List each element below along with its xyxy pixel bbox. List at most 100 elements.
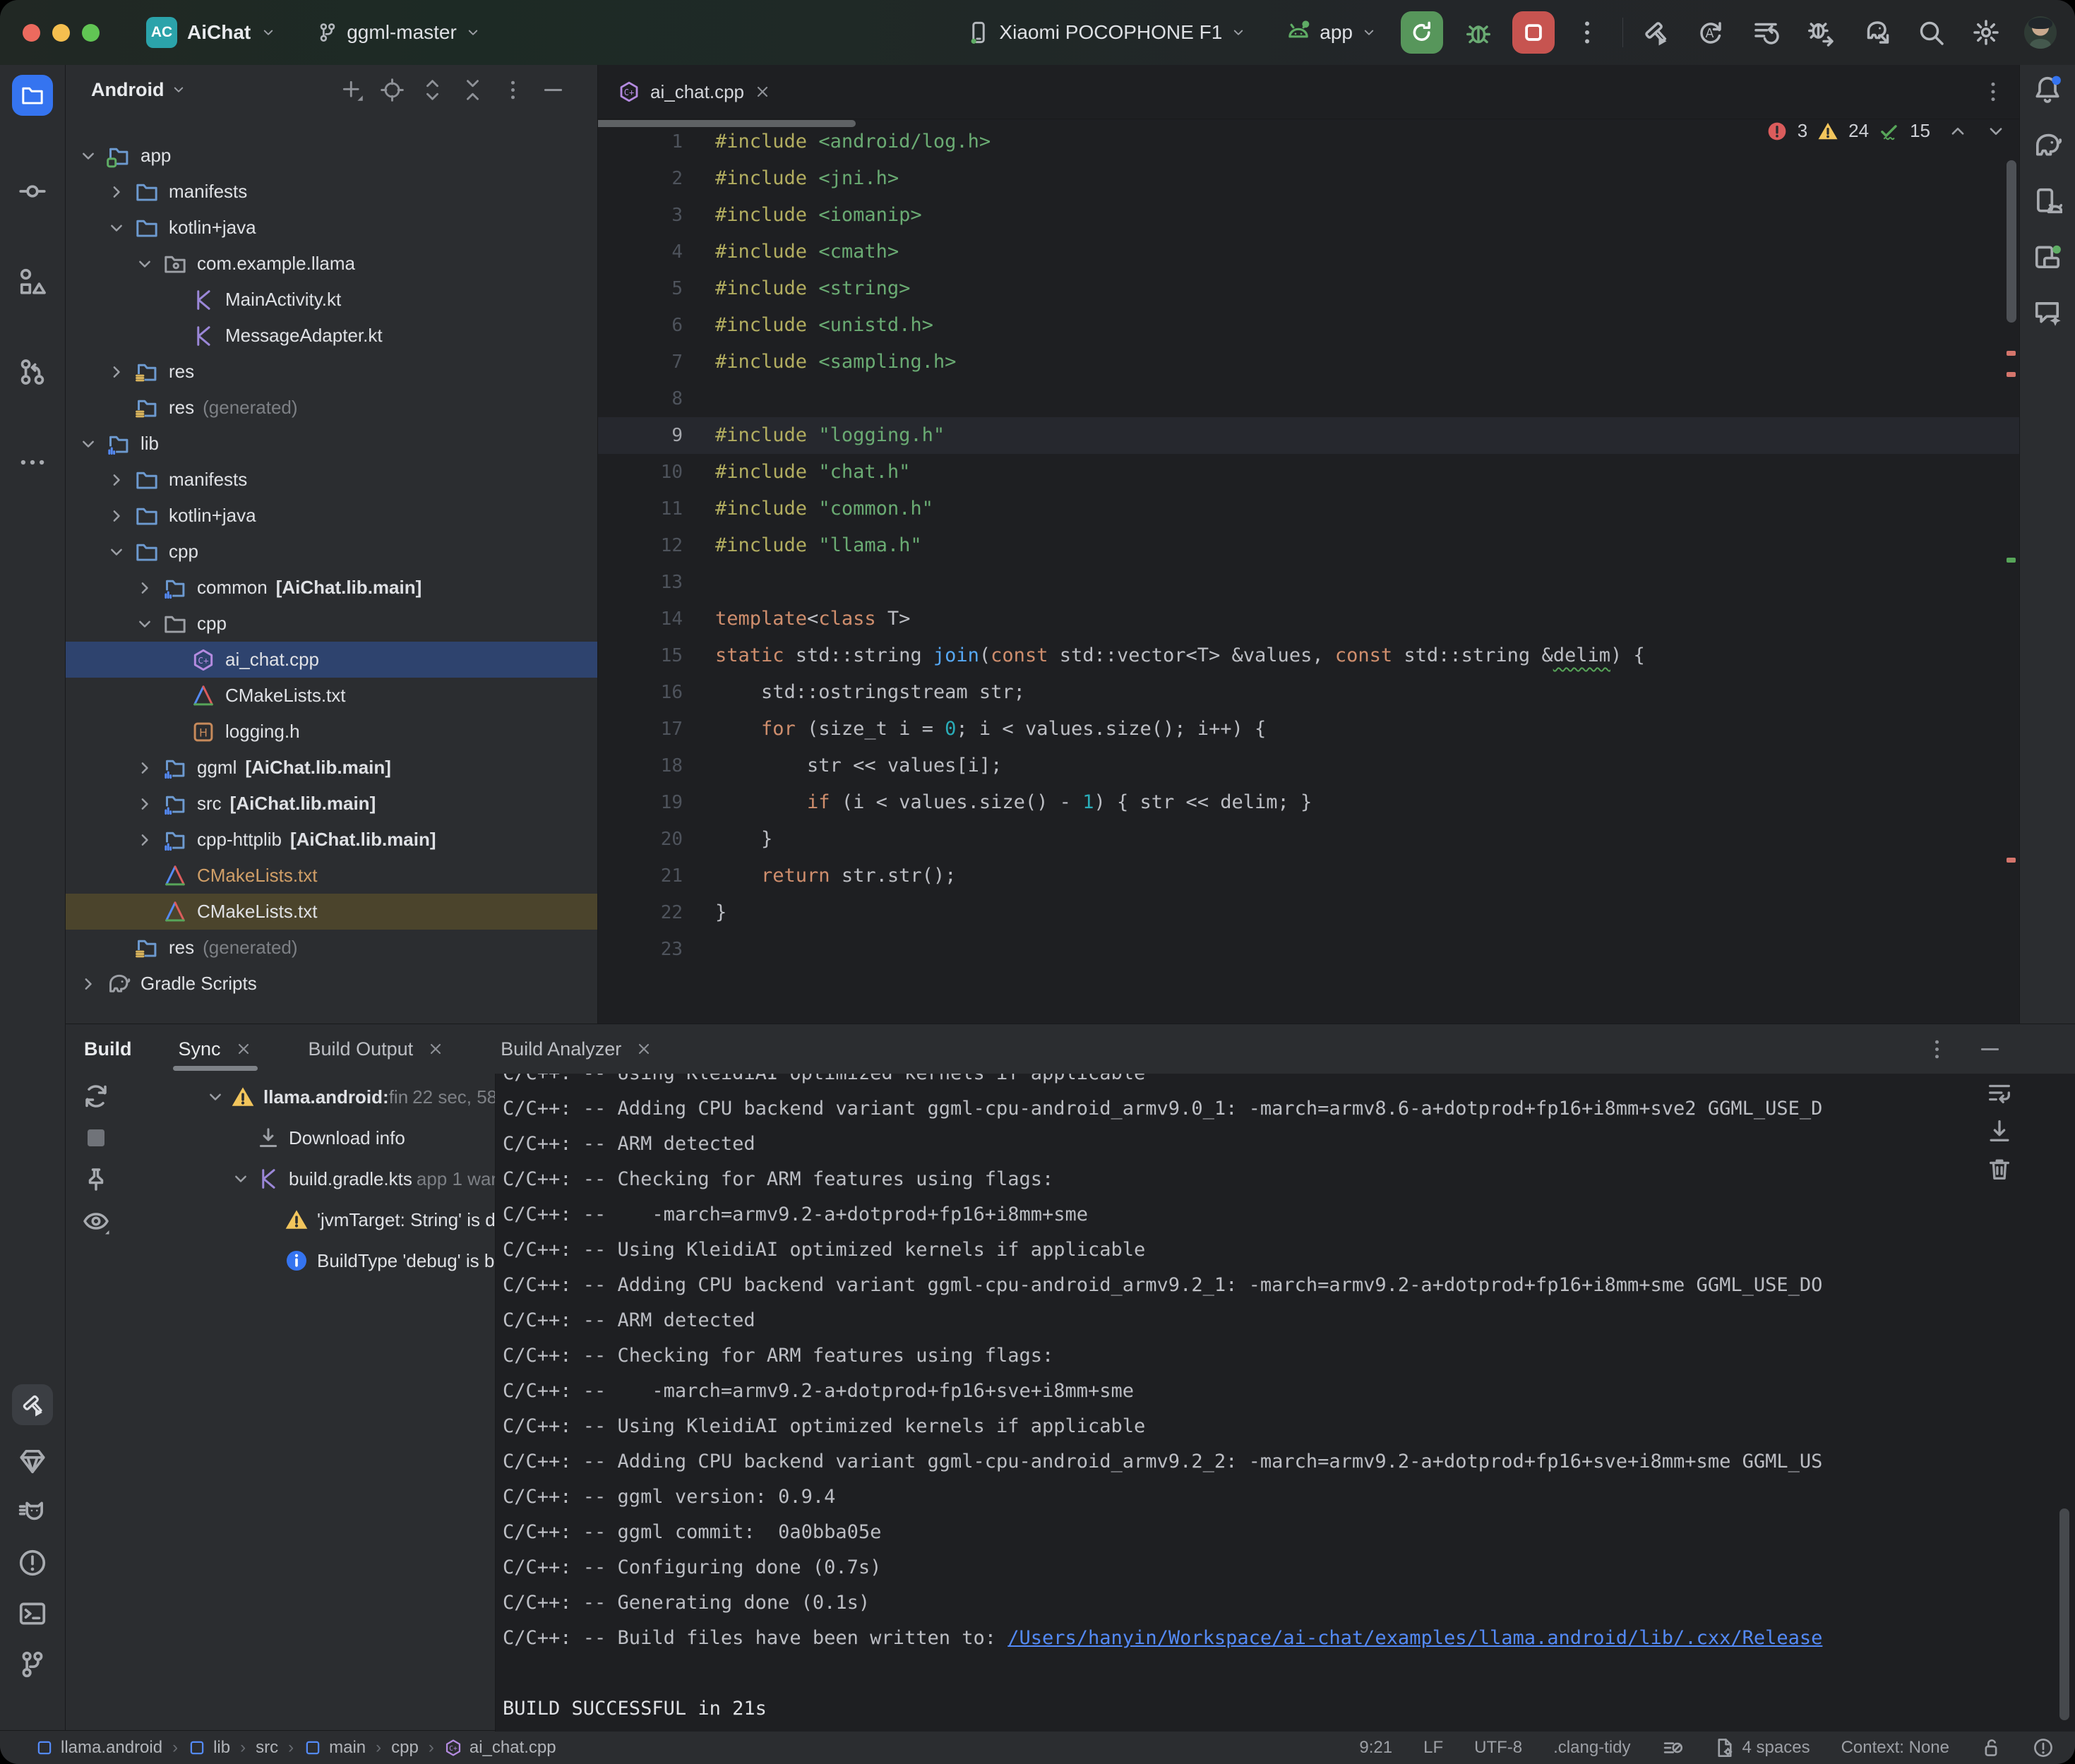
code-line-16[interactable]: 16 std::ostringstream str; <box>598 674 2019 711</box>
tree-item-manifests[interactable]: manifests <box>66 462 597 498</box>
code-line-10[interactable]: 10#include "chat.h" <box>598 454 2019 491</box>
code-line-11[interactable]: 11#include "common.h" <box>598 491 2019 527</box>
project-selector[interactable]: AC AiChat <box>146 17 276 48</box>
panel-options-button[interactable] <box>501 78 525 102</box>
tree-item-manifests[interactable]: manifests <box>66 174 597 210</box>
settings-button[interactable] <box>1972 18 2000 47</box>
build-panel-title[interactable]: Build <box>84 1038 132 1060</box>
hide-build-panel-button[interactable] <box>1978 1038 2002 1061</box>
logcat-tool-button[interactable] <box>18 1497 47 1527</box>
tree-item-kotlin-java[interactable]: kotlin+java <box>66 210 597 246</box>
tree-item-cpp-httplib[interactable]: cpp-httplib[AiChat.lib.main] <box>66 822 597 858</box>
clear-console-button[interactable] <box>1986 1156 2013 1182</box>
close-window-button[interactable] <box>23 24 40 42</box>
sync-tree-item[interactable]: BuildType 'debug' is both de <box>126 1240 495 1281</box>
debug-button[interactable] <box>1464 18 1493 47</box>
sync-tree-item[interactable]: 'jvmTarget: String' is deprec <box>126 1199 495 1240</box>
view-options-button[interactable] <box>82 1207 110 1235</box>
code-line-2[interactable]: 2#include <jni.h> <box>598 160 2019 197</box>
console-scrollbar[interactable] <box>2059 1508 2069 1720</box>
tree-item-ggml[interactable]: ggml[AiChat.lib.main] <box>66 750 597 786</box>
sync-tree-item[interactable]: build.gradle.ktsapp 1 warning <box>126 1158 495 1199</box>
tab-ai-chat-cpp[interactable]: C+ ai_chat.cpp <box>608 65 781 119</box>
tree-item-lib[interactable]: lib <box>66 426 597 462</box>
code-line-3[interactable]: 3#include <iomanip> <box>598 197 2019 234</box>
tree-item-src[interactable]: src[AiChat.lib.main] <box>66 786 597 822</box>
expand-all-button[interactable] <box>421 78 444 102</box>
previous-problem-button[interactable] <box>1947 121 1968 142</box>
breadcrumb-item-llama-android[interactable]: llama.android <box>35 1738 162 1758</box>
code-line-20[interactable]: 20 } <box>598 821 2019 858</box>
zoom-window-button[interactable] <box>82 24 100 42</box>
code-line-5[interactable]: 5#include <string> <box>598 270 2019 307</box>
stop-sync-button[interactable] <box>82 1124 110 1152</box>
gemini-chat-button[interactable] <box>2033 298 2062 328</box>
build-tab-build-output[interactable]: Build Output <box>309 1024 445 1074</box>
device-manager-button[interactable] <box>2033 186 2062 216</box>
code-line-8[interactable]: 8 <box>598 380 2019 417</box>
rerun-button[interactable] <box>1401 11 1443 54</box>
code-line-14[interactable]: 14template<class T> <box>598 601 2019 637</box>
tree-item-res[interactable]: res(generated) <box>66 390 597 426</box>
code-area[interactable]: 1#include <android/log.h>2#include <jni.… <box>598 119 2019 1024</box>
status-item-clang-tidy[interactable]: .clang-tidy <box>1553 1738 1630 1758</box>
tree-item-cpp[interactable]: cpp <box>66 606 597 642</box>
formatter-off-icon[interactable] <box>1662 1737 1683 1758</box>
status-item-9-21[interactable]: 9:21 <box>1359 1738 1392 1758</box>
code-line-13[interactable]: 13 <box>598 564 2019 601</box>
soft-wrap-button[interactable] <box>1986 1079 2013 1106</box>
tree-item-common[interactable]: common[AiChat.lib.main] <box>66 570 597 606</box>
inspections-widget-icon[interactable] <box>2033 1737 2054 1758</box>
re-sync-button[interactable] <box>82 1082 110 1110</box>
tree-item-cmakelists-txt[interactable]: CMakeLists.txt <box>66 858 597 894</box>
apply-code-changes-button[interactable] <box>1752 18 1780 47</box>
build-tab-sync[interactable]: Sync <box>179 1024 252 1074</box>
close-tab-icon[interactable] <box>427 1040 444 1057</box>
status-item-lf[interactable]: LF <box>1423 1738 1443 1758</box>
tree-item-com-example-llama[interactable]: com.example.llama <box>66 246 597 282</box>
code-line-23[interactable]: 23 <box>598 931 2019 968</box>
device-selector[interactable]: Xiaomi POCOPHONE F1 <box>967 20 1246 44</box>
build-panel-options-button[interactable] <box>1925 1038 1949 1061</box>
tree-item-logging-h[interactable]: Hlogging.h <box>66 714 597 750</box>
more-tools-button[interactable] <box>18 448 47 477</box>
pin-tab-button[interactable] <box>82 1165 110 1194</box>
code-line-17[interactable]: 17 for (size_t i = 0; i < values.size();… <box>598 711 2019 748</box>
tree-item-kotlin-java[interactable]: kotlin+java <box>66 498 597 534</box>
locate-file-button[interactable] <box>381 78 404 102</box>
sync-tree-item[interactable]: Download info <box>126 1117 495 1158</box>
code-line-19[interactable]: 19 if (i < values.size() - 1) { str << d… <box>598 784 2019 821</box>
code-line-6[interactable]: 6#include <unistd.h> <box>598 307 2019 344</box>
breadcrumb-item-lib[interactable]: lib <box>188 1738 230 1758</box>
editor-vertical-scrollbar[interactable] <box>2007 160 2016 323</box>
tree-item-res[interactable]: res(generated) <box>66 930 597 966</box>
breadcrumb-item-cpp[interactable]: cpp <box>391 1738 419 1758</box>
running-devices-button[interactable] <box>2033 242 2062 272</box>
tree-item-cmakelists-txt[interactable]: CMakeLists.txt <box>66 894 597 930</box>
problems-tool-button[interactable] <box>18 1548 47 1578</box>
project-view-selector[interactable]: Android <box>91 79 164 101</box>
tree-item-cpp[interactable]: cpp <box>66 534 597 570</box>
code-line-15[interactable]: 15static std::string join(const std::vec… <box>598 637 2019 674</box>
close-tab-icon[interactable] <box>754 83 771 100</box>
indent-config-icon[interactable]: 4 spaces <box>1714 1737 1810 1758</box>
lock-open-icon[interactable] <box>1980 1737 2002 1758</box>
code-line-4[interactable]: 4#include <cmath> <box>598 234 2019 270</box>
editor-horizontal-scrollbar[interactable] <box>598 120 856 127</box>
build-tab-build-analyzer[interactable]: Build Analyzer <box>501 1024 652 1074</box>
code-line-18[interactable]: 18 str << values[i]; <box>598 748 2019 784</box>
minimize-window-button[interactable] <box>52 24 70 42</box>
build-tool-button[interactable] <box>12 1384 53 1425</box>
run-configuration-selector[interactable]: app <box>1286 20 1377 45</box>
code-line-7[interactable]: 7#include <sampling.h> <box>598 344 2019 380</box>
tree-item-res[interactable]: res <box>66 354 597 390</box>
gradle-sync-button[interactable] <box>1862 18 1890 47</box>
version-control-tool-button[interactable] <box>18 1650 47 1679</box>
code-line-12[interactable]: 12#include "llama.h" <box>598 527 2019 564</box>
status-item-context-none[interactable]: Context: None <box>1841 1738 1949 1758</box>
terminal-tool-button[interactable] <box>18 1599 47 1628</box>
console-file-link[interactable]: /Users/hanyin/Workspace/ai-chat/examples… <box>1007 1627 1822 1649</box>
apply-changes-button[interactable]: A <box>1697 18 1725 47</box>
next-problem-button[interactable] <box>1985 121 2007 142</box>
tree-item-gradle-scripts[interactable]: Gradle Scripts <box>66 966 597 1002</box>
